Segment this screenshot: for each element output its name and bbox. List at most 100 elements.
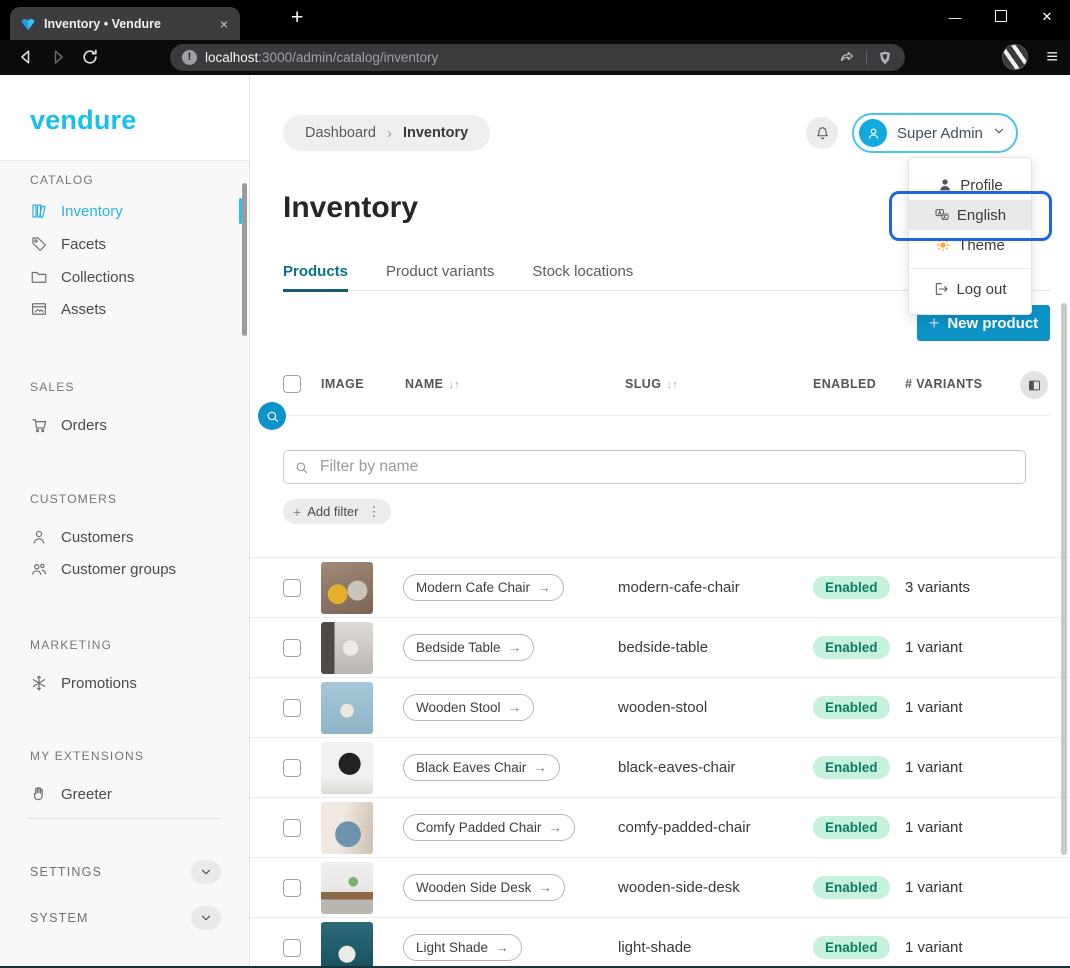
variant-count: 1 variant: [905, 699, 1070, 716]
filter-input[interactable]: [318, 457, 1015, 477]
chevron-down-icon: [992, 124, 1006, 143]
table-header: IMAGE NAME↓↑ SLUG↓↑ ENABLED # VARIANTS: [250, 360, 1070, 408]
row-checkbox[interactable]: [283, 819, 301, 837]
status-badge: Enabled: [813, 936, 890, 959]
menu-item-label: Profile: [960, 177, 1003, 194]
browser-tab[interactable]: Inventory • Vendure ×: [10, 7, 240, 40]
sidebar-group-settings[interactable]: SETTINGS: [0, 858, 249, 886]
person-icon: [30, 528, 48, 546]
page-title: Inventory: [283, 191, 418, 225]
row-checkbox[interactable]: [283, 579, 301, 597]
row-checkbox[interactable]: [283, 879, 301, 897]
url-bar[interactable]: ! localhost :3000/admin/catalog/inventor…: [170, 44, 905, 71]
user-menu-button[interactable]: Super Admin: [852, 113, 1018, 153]
sidebar-item-inventory[interactable]: Inventory: [0, 197, 249, 225]
more-options-icon[interactable]: ⋮: [368, 504, 381, 520]
search-icon: [265, 409, 280, 424]
vendure-logo-icon: [20, 16, 36, 32]
sidebar-scrollbar[interactable]: [242, 183, 247, 336]
brave-shield-icon[interactable]: [877, 50, 893, 66]
sidebar-group-label: SETTINGS: [30, 865, 102, 879]
sidebar-item-customer-groups[interactable]: Customer groups: [0, 555, 249, 583]
browser-menu-icon[interactable]: ≡: [1046, 44, 1058, 70]
notifications-button[interactable]: [806, 117, 838, 149]
add-filter-label: Add filter: [307, 504, 358, 519]
sidebar-nav: CATALOG Inventory Facets: [0, 160, 249, 966]
arrow-right-icon: →: [508, 700, 522, 715]
menu-item-logout[interactable]: Log out: [909, 271, 1031, 307]
back-icon[interactable]: [16, 47, 36, 67]
variant-count: 3 variants: [905, 579, 1070, 596]
table-row: Black Eaves Chair→ black-eaves-chair Ena…: [250, 737, 1070, 797]
column-settings-button[interactable]: [1020, 371, 1048, 399]
tab-stock-locations[interactable]: Stock locations: [532, 263, 633, 292]
tab-close-icon[interactable]: ×: [218, 16, 230, 32]
forward-icon[interactable]: [48, 47, 68, 67]
menu-item-label: Log out: [956, 281, 1006, 298]
sidebar-item-orders[interactable]: Orders: [0, 411, 249, 439]
menu-item-language[interactable]: English: [909, 200, 1031, 230]
row-checkbox[interactable]: [283, 939, 301, 957]
chevron-down-icon[interactable]: [191, 906, 221, 930]
breadcrumb[interactable]: Dashboard › Inventory: [283, 115, 490, 151]
product-name-link[interactable]: Wooden Side Desk→: [403, 874, 565, 901]
tab-products[interactable]: Products: [283, 263, 348, 292]
new-tab-button[interactable]: +: [291, 6, 303, 30]
column-header-slug[interactable]: SLUG↓↑: [625, 377, 813, 391]
product-thumbnail: [321, 862, 373, 914]
variant-count: 1 variant: [905, 819, 1070, 836]
search-toggle-button[interactable]: [258, 402, 286, 430]
section-label-customers: CUSTOMERS: [30, 492, 117, 506]
browser-profile-avatar[interactable]: [1002, 44, 1028, 70]
product-name-link[interactable]: Comfy Padded Chair→: [403, 814, 575, 841]
site-info-icon[interactable]: !: [182, 50, 197, 65]
product-table: Modern Cafe Chair→ modern-cafe-chair Ena…: [250, 557, 1070, 966]
share-icon[interactable]: [839, 49, 856, 66]
row-checkbox[interactable]: [283, 759, 301, 777]
menu-item-theme[interactable]: Theme: [909, 230, 1031, 260]
sidebar-item-promotions[interactable]: Promotions: [0, 669, 249, 697]
image-icon: [30, 300, 48, 318]
status-badge: Enabled: [813, 816, 890, 839]
sidebar-item-greeter[interactable]: Greeter: [0, 780, 249, 808]
product-name-link[interactable]: Black Eaves Chair→: [403, 754, 560, 781]
row-checkbox[interactable]: [283, 639, 301, 657]
reload-icon[interactable]: [80, 47, 100, 67]
breadcrumb-dashboard[interactable]: Dashboard: [305, 125, 376, 141]
books-icon: [30, 202, 48, 220]
browser-window: Inventory • Vendure × + — ✕ ! localhost …: [0, 0, 1070, 968]
select-all-checkbox[interactable]: [283, 375, 301, 393]
status-badge: Enabled: [813, 636, 890, 659]
sidebar-item-collections[interactable]: Collections: [0, 263, 249, 291]
breadcrumb-separator-icon: ›: [387, 125, 392, 142]
tab-product-variants[interactable]: Product variants: [386, 263, 494, 292]
arrow-right-icon: →: [538, 880, 552, 895]
product-name-link[interactable]: Wooden Stool→: [403, 694, 534, 721]
window-maximize-button[interactable]: [978, 10, 1024, 25]
content-scrollbar[interactable]: [1061, 303, 1067, 855]
sidebar-item-customers[interactable]: Customers: [0, 523, 249, 551]
window-minimize-button[interactable]: —: [932, 10, 978, 25]
product-slug: modern-cafe-chair: [618, 579, 813, 596]
row-checkbox[interactable]: [283, 699, 301, 717]
product-slug: comfy-padded-chair: [618, 819, 813, 836]
sidebar-item-label: Customer groups: [61, 561, 176, 578]
window-close-button[interactable]: ✕: [1024, 9, 1070, 25]
columns-icon: [1027, 378, 1042, 393]
menu-divider: [909, 268, 1031, 269]
column-header-name[interactable]: NAME↓↑: [405, 377, 618, 391]
chevron-down-icon[interactable]: [191, 860, 221, 884]
product-slug: black-eaves-chair: [618, 759, 813, 776]
product-name-link[interactable]: Light Shade→: [403, 934, 522, 961]
add-filter-button[interactable]: + Add filter ⋮: [283, 499, 391, 524]
product-thumbnail: [321, 742, 373, 794]
sidebar-item-facets[interactable]: Facets: [0, 230, 249, 258]
vendure-logo[interactable]: vendure: [30, 105, 136, 136]
product-name-link[interactable]: Modern Cafe Chair→: [403, 574, 564, 601]
sidebar-item-assets[interactable]: Assets: [0, 295, 249, 323]
product-name-link[interactable]: Bedside Table→: [403, 634, 534, 661]
arrow-right-icon: →: [548, 820, 562, 835]
page-viewport: vendure CATALOG Inventory Facets: [0, 75, 1070, 966]
menu-item-profile[interactable]: Profile: [909, 170, 1031, 200]
sidebar-group-system[interactable]: SYSTEM: [0, 904, 249, 932]
